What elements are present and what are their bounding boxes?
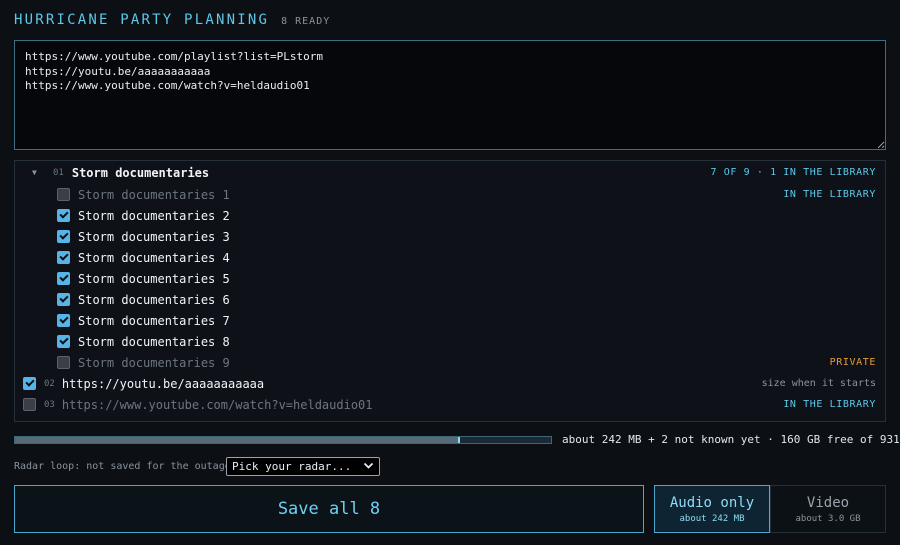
playlist-item[interactable]: Storm documentaries 2 [15, 205, 885, 226]
progress-bar [14, 436, 552, 444]
item-note: size when it starts [761, 378, 876, 389]
checkbox[interactable] [57, 272, 70, 285]
playlist-item-label: Storm documentaries 9 [78, 355, 230, 370]
radar-select[interactable]: Pick your radar... [226, 457, 380, 476]
item-label: https://youtu.be/aaaaaaaaaaa [61, 376, 265, 391]
playlist-item-label: Storm documentaries 7 [78, 313, 230, 328]
url-input[interactable] [14, 40, 886, 150]
video-button[interactable]: Video about 3.0 GB [770, 485, 886, 533]
playlist-item[interactable]: Storm documentaries 8 [15, 331, 885, 352]
playlist-item-label: Storm documentaries 3 [78, 229, 230, 244]
checkbox[interactable] [57, 188, 70, 201]
item-note: IN THE LIBRARY [783, 399, 876, 410]
item-label: https://www.youtube.com/watch?v=heldaudi… [61, 397, 373, 412]
checkbox[interactable] [57, 314, 70, 327]
audio-size: about 242 MB [679, 513, 745, 524]
storage-summary: about 242 MB + 2 not known yet · 160 GB … [562, 433, 900, 446]
playlist-item-label: Storm documentaries 5 [78, 271, 230, 286]
playlist-item[interactable]: Storm documentaries 7 [15, 310, 885, 331]
radar-select-value: Pick your radar... [232, 460, 352, 473]
library-badge: IN THE LIBRARY [783, 189, 876, 200]
checkbox[interactable] [57, 230, 70, 243]
list-item[interactable]: 03 https://www.youtube.com/watch?v=helda… [15, 394, 885, 415]
video-label: Video [806, 494, 850, 511]
radar-label: Radar loop: not saved for the outage. [14, 461, 237, 472]
playlist-number: 01 [53, 167, 64, 178]
item-number: 03 [44, 399, 55, 410]
chevron-down-icon [363, 460, 374, 474]
video-size: about 3.0 GB [795, 513, 861, 524]
playlist-title: Storm documentaries [71, 165, 210, 180]
playlist-status: 7 OF 9 · 1 IN THE LIBRARY [710, 167, 876, 178]
checkbox[interactable] [57, 356, 70, 369]
checkbox[interactable] [57, 251, 70, 264]
playlist-item-label: Storm documentaries 4 [78, 250, 230, 265]
checkbox[interactable] [57, 293, 70, 306]
list-item[interactable]: 02 https://youtu.be/aaaaaaaaaaa size whe… [15, 373, 885, 394]
item-number: 02 [44, 378, 55, 389]
playlist-item-label: Storm documentaries 2 [78, 208, 230, 223]
playlist-item[interactable]: Storm documentaries 1 IN THE LIBRARY [15, 184, 885, 205]
playlist-item[interactable]: Storm documentaries 6 [15, 289, 885, 310]
checkbox[interactable] [23, 377, 36, 390]
checkbox[interactable] [23, 398, 36, 411]
playlist-item[interactable]: Storm documentaries 3 [15, 226, 885, 247]
playlist-item-label: Storm documentaries 8 [78, 334, 230, 349]
chevron-down-icon[interactable]: ▼ [32, 168, 42, 177]
save-all-button[interactable]: Save all 8 [14, 485, 644, 533]
progress-fill [15, 437, 460, 443]
playlist-item[interactable]: Storm documentaries 4 [15, 247, 885, 268]
audio-label: Audio only [669, 494, 755, 511]
checkbox[interactable] [57, 209, 70, 222]
ready-count: 8 READY [281, 16, 331, 27]
playlist-item[interactable]: Storm documentaries 9 PRIVATE [15, 352, 885, 373]
progress-tip [457, 437, 460, 443]
playlist-header[interactable]: ▼ 01 Storm documentaries 7 OF 9 · 1 IN T… [15, 162, 885, 183]
private-badge: PRIVATE [829, 357, 876, 368]
playlist-item-label: Storm documentaries 1 [78, 187, 230, 202]
audio-only-button[interactable]: Audio only about 242 MB [654, 485, 770, 533]
playlist-item-label: Storm documentaries 6 [78, 292, 230, 307]
page-title: HURRICANE PARTY PLANNING [14, 12, 270, 28]
playlist-item[interactable]: Storm documentaries 5 [15, 268, 885, 289]
download-list: ▼ 01 Storm documentaries 7 OF 9 · 1 IN T… [14, 160, 886, 422]
checkbox[interactable] [57, 335, 70, 348]
header: HURRICANE PARTY PLANNING 8 READY [14, 12, 330, 28]
